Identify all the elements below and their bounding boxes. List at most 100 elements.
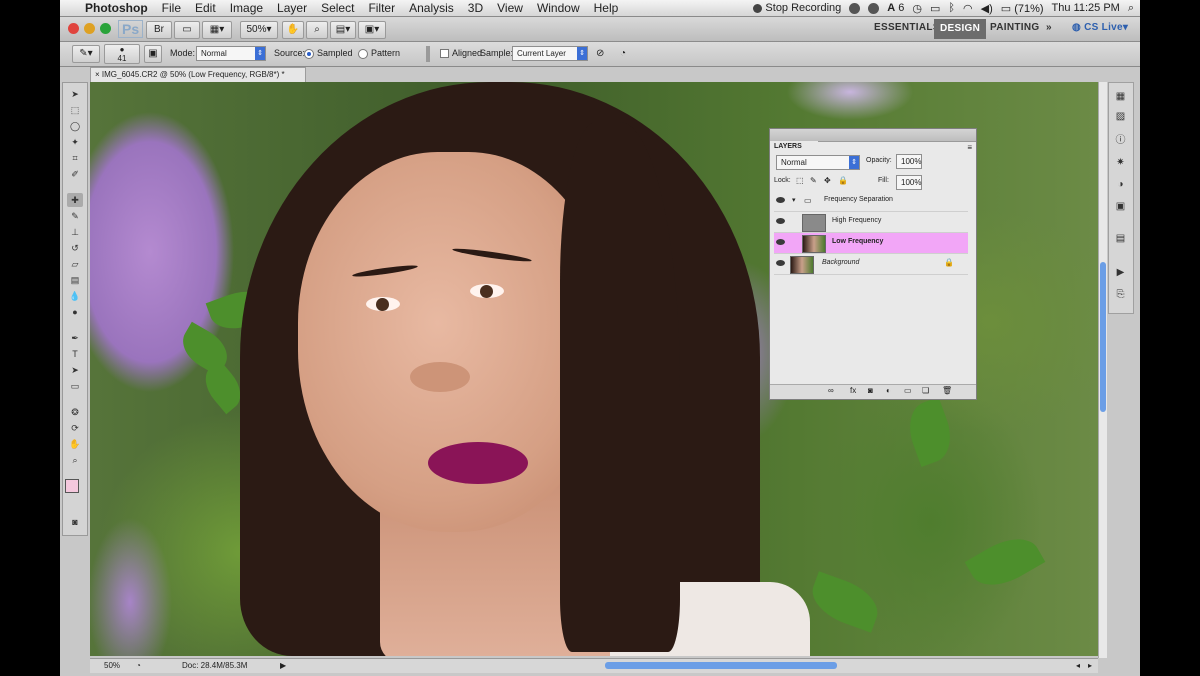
visibility-eye-icon[interactable] <box>776 239 785 245</box>
marquee-tool-icon[interactable]: ⬚ <box>67 103 83 117</box>
status-zoom[interactable]: 50% <box>104 659 120 673</box>
layer-row-low-frequency[interactable]: Low Frequency <box>774 233 968 254</box>
minimize-window-button[interactable] <box>84 23 95 34</box>
mode-select[interactable]: Normal ⇕ <box>196 46 266 61</box>
adjustment-layer-icon[interactable]: ◐ <box>886 386 891 395</box>
lasso-tool-icon[interactable]: ◯ <box>67 119 83 133</box>
blur-tool-icon[interactable]: 💧 <box>67 289 83 303</box>
new-group-icon[interactable]: ▭ <box>904 386 912 395</box>
dodge-tool-icon[interactable]: ● <box>67 305 83 319</box>
status-sync-icon[interactable] <box>868 2 880 14</box>
tool-preset-picker[interactable]: ✎▾ <box>72 45 100 63</box>
history-brush-tool-icon[interactable]: ↺ <box>67 241 83 255</box>
menu-help[interactable]: Help <box>587 1 626 15</box>
blend-mode-select[interactable]: Normal ⇕ <box>776 155 860 170</box>
status-badge[interactable]: A 6 <box>887 2 904 14</box>
lock-position-icon[interactable]: ✥ <box>824 176 831 185</box>
zoom-tool-panel-icon[interactable]: ⌕ <box>67 453 83 467</box>
workspace-painting[interactable]: PAINTING <box>990 22 1039 33</box>
brush-size-picker[interactable]: ● 41 <box>104 44 140 64</box>
scroll-right-icon[interactable]: ▸ <box>1088 659 1092 673</box>
info-icon[interactable]: ⓘ <box>1114 135 1127 147</box>
foreground-color-swatch[interactable] <box>65 479 79 493</box>
visibility-eye-icon[interactable] <box>776 260 785 266</box>
layer-row-high-frequency[interactable]: High Frequency <box>774 212 968 233</box>
workspace-essentials[interactable]: ESSENTIALS <box>874 22 940 33</box>
new-layer-icon[interactable]: ❏ <box>922 386 929 395</box>
eraser-tool-icon[interactable]: ▱ <box>67 257 83 271</box>
menu-analysis[interactable]: Analysis <box>402 1 461 15</box>
visibility-eye-icon[interactable] <box>776 197 785 203</box>
status-menu-arrow-icon[interactable]: ▶ <box>280 659 286 673</box>
mini-bridge-icon[interactable]: ▭ <box>174 21 200 39</box>
wifi-icon[interactable]: ◠ <box>963 2 973 15</box>
add-mask-icon[interactable]: ◙ <box>868 386 873 395</box>
delete-layer-icon[interactable]: 🗑 <box>942 386 952 395</box>
lock-image-icon[interactable]: ✎ <box>810 176 817 185</box>
histogram-icon[interactable]: ▦ <box>1114 91 1127 103</box>
menu-view[interactable]: View <box>490 1 530 15</box>
menu-window[interactable]: Window <box>530 1 587 15</box>
quick-mask-icon[interactable]: ◙ <box>67 515 83 529</box>
fill-input[interactable]: 100% <box>896 175 922 190</box>
healing-brush-tool-icon[interactable]: ✚ <box>67 193 83 207</box>
menu-layer[interactable]: Layer <box>270 1 314 15</box>
gradient-tool-icon[interactable]: ▤ <box>67 273 83 287</box>
menu-edit[interactable]: Edit <box>188 1 223 15</box>
menu-app-name[interactable]: Photoshop <box>78 1 155 15</box>
hand-tool-icon[interactable]: ✋ <box>282 21 304 39</box>
brush-tool-icon[interactable]: ✎ <box>67 209 83 223</box>
visibility-eye-icon[interactable] <box>776 218 785 224</box>
tablet-pressure-icon[interactable]: ◔ <box>620 48 626 59</box>
clock[interactable]: Thu 11:25 PM <box>1052 2 1120 14</box>
clone-stamp-tool-icon[interactable]: ⊥ <box>67 225 83 239</box>
cs-live-button[interactable]: ◍ CS Live▾ <box>1072 22 1128 33</box>
hand-tool-panel-icon[interactable]: ✋ <box>67 437 83 451</box>
sample-select[interactable]: Current Layer ⇕ <box>512 46 588 61</box>
aligned-checkbox[interactable]: Aligned <box>440 48 482 59</box>
volume-icon[interactable]: ◀) <box>981 2 993 15</box>
shape-tool-icon[interactable]: ▭ <box>67 379 83 393</box>
move-tool-icon[interactable]: ➤ <box>67 87 83 101</box>
navigator-icon[interactable]: ▨ <box>1114 111 1127 123</box>
adjustments-icon[interactable]: ✷ <box>1114 157 1127 169</box>
layers-panel-title[interactable]: LAYERS <box>770 141 818 152</box>
bluetooth-icon[interactable]: ᛒ <box>948 2 955 14</box>
opacity-input[interactable]: 100% <box>896 154 922 169</box>
bridge-icon[interactable]: Br <box>146 21 172 39</box>
workspace-design[interactable]: DESIGN <box>934 19 987 39</box>
clone-source-panel-icon[interactable]: ▣ <box>144 45 162 63</box>
more-workspaces-button[interactable]: » <box>1046 22 1052 33</box>
extras-dropdown[interactable]: ▦▾ <box>202 21 232 39</box>
eyedropper-tool-icon[interactable]: ✐ <box>67 167 83 181</box>
menu-filter[interactable]: Filter <box>361 1 402 15</box>
3d-orbit-tool-icon[interactable]: ⟳ <box>67 421 83 435</box>
menu-image[interactable]: Image <box>223 1 270 15</box>
crop-tool-icon[interactable]: ⌗ <box>67 151 83 165</box>
scroll-left-icon[interactable]: ◂ <box>1076 659 1080 673</box>
styles-icon[interactable]: ▣ <box>1114 201 1127 213</box>
spotlight-icon[interactable]: ⌕ <box>1128 2 1134 15</box>
vertical-scroll-thumb[interactable] <box>1100 262 1106 412</box>
vertical-scrollbar[interactable] <box>1098 82 1107 658</box>
path-selection-tool-icon[interactable]: ➤ <box>67 363 83 377</box>
lock-all-icon[interactable]: 🔒 <box>838 176 848 185</box>
layer-style-icon[interactable]: fx <box>850 386 856 395</box>
lock-transparent-icon[interactable]: ⬚ <box>796 176 804 185</box>
document-tab[interactable]: × IMG_6045.CR2 @ 50% (Low Frequency, RGB… <box>90 67 306 82</box>
group-expand-icon[interactable]: ▾ <box>792 196 796 204</box>
horizontal-scroll-thumb[interactable] <box>605 662 837 669</box>
menu-select[interactable]: Select <box>314 1 361 15</box>
quick-selection-tool-icon[interactable]: ✦ <box>67 135 83 149</box>
actions-icon[interactable]: ▶ <box>1114 267 1127 279</box>
pen-tool-icon[interactable]: ✒ <box>67 331 83 345</box>
zoom-tool-icon[interactable]: ⌕ <box>306 21 328 39</box>
link-layers-icon[interactable]: ∞ <box>828 386 834 395</box>
layer-row-background[interactable]: Background 🔒 <box>774 254 968 275</box>
display-icon[interactable]: ▭ <box>930 2 940 15</box>
panel-menu-icon[interactable]: ≡ <box>967 143 972 152</box>
status-icon[interactable]: ◔ <box>136 659 141 673</box>
masks-icon[interactable]: ◑ <box>1114 179 1127 191</box>
status-app-icon[interactable] <box>849 2 861 14</box>
menu-3d[interactable]: 3D <box>461 1 490 15</box>
